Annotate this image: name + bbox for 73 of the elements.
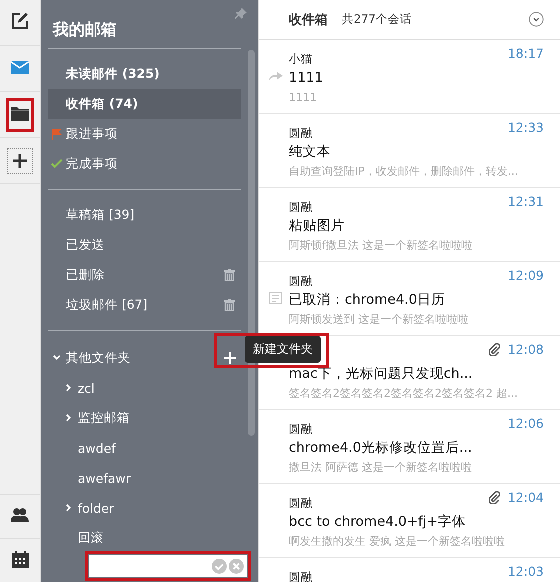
sender-name: 圆融 <box>289 495 314 512</box>
sender-name: 圆融 <box>289 199 314 216</box>
folder-item[interactable]: 监控邮箱 <box>60 403 241 433</box>
message-time: 12:09 <box>508 268 544 283</box>
contacts-icon <box>11 508 29 522</box>
chevron-icon <box>65 384 73 392</box>
folder-group[interactable]: 其他文件夹 <box>48 343 241 373</box>
add-icon[interactable] <box>221 349 239 367</box>
chevron-icon <box>65 414 73 422</box>
sidebar-item[interactable]: 完成事项 <box>48 149 241 179</box>
sidebar-item[interactable]: 收件箱 (74) <box>48 89 241 119</box>
sidebar-item[interactable]: 草稿箱 [39] <box>48 200 241 230</box>
add-icon <box>12 152 28 168</box>
trash-icon[interactable] <box>224 299 235 311</box>
message-subject: 纯文本 <box>289 143 332 162</box>
sender-name: 圆融 <box>289 125 314 142</box>
sidebar-item[interactable]: 已发送 <box>48 230 241 260</box>
message-row[interactable]: 圆融 12:33 纯文本 自助查询登陆IP，收发邮件，删除邮件，转发... <box>259 114 560 188</box>
message-preview: 啊发生撒的发生 爱疯 这是一个新签名啦啦啦 <box>289 534 506 550</box>
sender-name: 圆融 <box>289 273 314 290</box>
forward-icon <box>269 71 283 81</box>
message-time: 12:08 <box>508 342 544 357</box>
sidebar-item[interactable]: 未读邮件 (325) <box>48 59 241 89</box>
chevron-icon <box>53 354 61 362</box>
folder-item[interactable]: zcl <box>60 373 241 403</box>
sender-name: 圆融 <box>289 421 314 438</box>
paperclip-icon <box>488 491 500 504</box>
message-row[interactable]: 小猫 18:17 1111 1111 <box>259 40 560 114</box>
folder-item[interactable]: folder <box>60 493 241 523</box>
calendar-icon <box>12 550 28 568</box>
message-subject: 1111 <box>289 69 324 88</box>
message-preview: 撒旦法 阿萨德 这是一个新签名啦啦啦 <box>289 460 473 476</box>
message-subject: mac下，光标问题只发现ch... <box>289 365 474 384</box>
message-subject: 粘贴图片 <box>289 217 346 236</box>
check-icon <box>51 159 63 169</box>
message-preview: 阿斯顿f撒旦法 这是一个新签名啦啦啦 <box>289 238 474 254</box>
message-subject: bcc to chrome4.0+fj+字体 <box>289 513 468 532</box>
sidebar-title: 我的邮箱 <box>48 0 241 49</box>
calendar-icon <box>269 292 282 304</box>
message-time: 12:03 <box>508 564 544 579</box>
folder-icon <box>11 106 29 120</box>
chevron-icon <box>65 504 73 512</box>
paperclip-icon <box>488 343 500 356</box>
sender-name: 小猫 <box>289 51 314 68</box>
sidebar-item[interactable]: 垃圾邮件 [67] <box>48 290 241 320</box>
message-row[interactable]: 圆融 12:04 bcc to chrome4.0+fj+字体 啊发生撒的发生 爱疯 这是一个新签名啦啦啦 <box>259 484 560 558</box>
list-title: 收件箱 <box>289 12 328 28</box>
message-time: 12:04 <box>508 490 544 505</box>
sidebar-item[interactable]: 已删除 <box>48 260 241 290</box>
message-subject: chrome4.0光标修改位置后... <box>289 439 474 458</box>
scrollbar[interactable] <box>248 50 255 436</box>
conversation-count: 共277个会话 <box>342 12 413 27</box>
message-time: 12:33 <box>508 120 544 135</box>
sidebar-item[interactable]: 跟进事项 <box>48 119 241 149</box>
folder-item[interactable]: 回滚 <box>60 523 241 553</box>
message-row[interactable]: 圆融 12:06 chrome4.0光标修改位置后... 撒旦法 阿萨德 这是一个新签名啦啦啦 <box>259 410 560 484</box>
message-row[interactable]: 圆融 12:31 粘贴图片 阿斯顿f撒旦法 这是一个新签名啦啦啦 <box>259 188 560 262</box>
compose-icon <box>11 12 29 30</box>
message-preview: 阿斯顿发送到 这是一个新签名啦啦啦 <box>289 312 470 328</box>
mail-icon <box>11 60 29 74</box>
message-preview: 签名签名2签名签名2签名签名2签名签名2 超... <box>289 386 519 402</box>
message-time: 18:17 <box>508 46 544 61</box>
dropdown-icon[interactable] <box>529 12 544 27</box>
folder-item[interactable]: awdef <box>60 433 241 463</box>
message-time: 12:06 <box>508 416 544 431</box>
tooltip: 新建文件夹 <box>245 336 321 363</box>
message-time: 12:31 <box>508 194 544 209</box>
message-subject: 已取消：chrome4.0日历 <box>289 291 446 310</box>
trash-icon[interactable] <box>224 269 235 281</box>
folder-item[interactable]: awefawr <box>60 463 241 493</box>
flag-icon <box>52 128 62 140</box>
message-preview: 1111 <box>289 90 318 106</box>
message-preview: 自助查询登陆IP，收发邮件，删除邮件，转发... <box>289 164 520 180</box>
